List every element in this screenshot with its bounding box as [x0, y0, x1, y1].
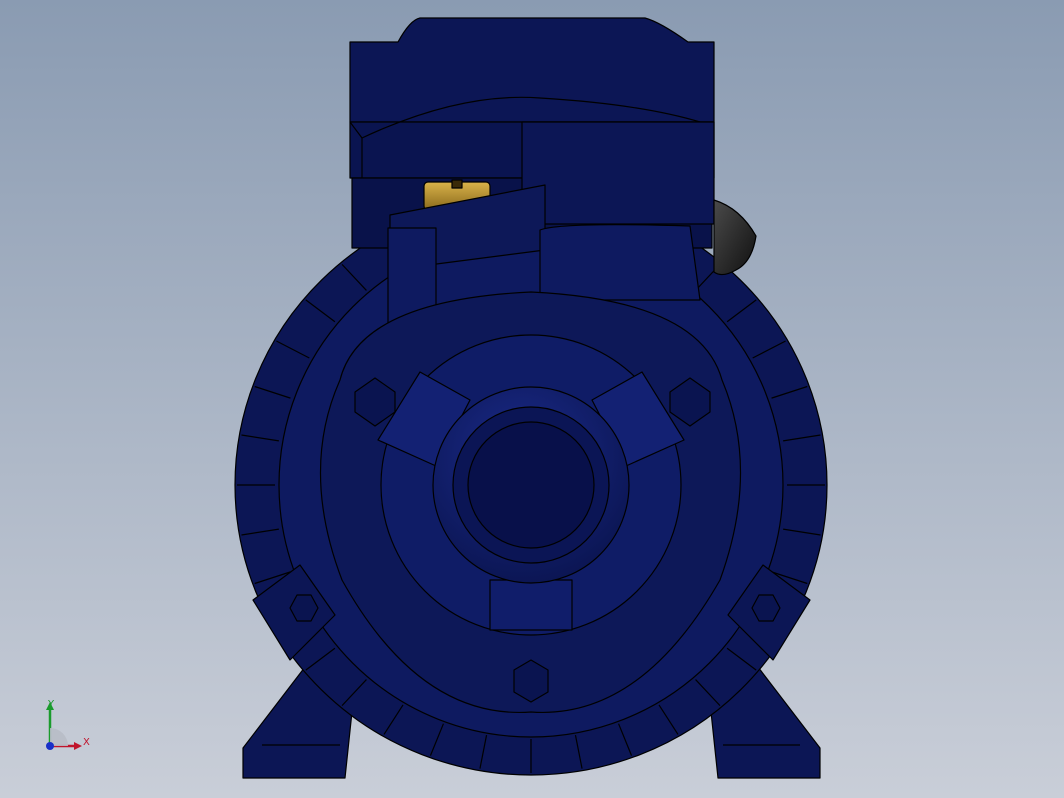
pump-motor-model[interactable] — [0, 0, 1064, 798]
y-axis-label: Y — [48, 699, 55, 710]
graphics-viewport[interactable]: Y X — [0, 0, 1064, 798]
x-axis-label: X — [83, 737, 90, 748]
z-axis-dot — [46, 742, 54, 750]
axis-triad: Y X — [40, 698, 100, 758]
